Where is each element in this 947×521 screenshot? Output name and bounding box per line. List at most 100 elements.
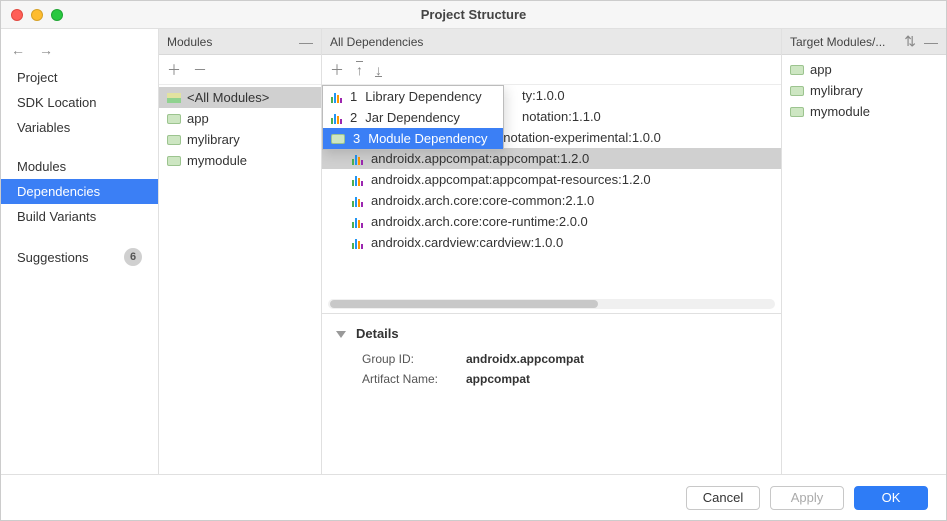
library-icon — [352, 153, 363, 165]
window-title: Project Structure — [421, 7, 526, 22]
popup-item-label: Library Dependency — [365, 89, 481, 104]
scrollbar-thumb[interactable] — [330, 300, 598, 308]
detail-row-group-id: Group ID: androidx.appcompat — [362, 349, 767, 369]
target-module-mylibrary[interactable]: mylibrary — [782, 80, 946, 101]
details-heading: Details — [356, 326, 399, 341]
titlebar: Project Structure — [1, 1, 946, 29]
popup-item-module-dependency[interactable]: 3 Module Dependency — [323, 128, 503, 149]
project-structure-dialog: Project Structure ← → Project SDK Locati… — [0, 0, 947, 521]
button-label: Apply — [791, 490, 824, 505]
popup-item-number: 2 — [350, 110, 357, 125]
minimize-panel-icon[interactable]: — — [299, 34, 313, 50]
button-label: OK — [882, 490, 901, 505]
sidebar-item-build-variants[interactable]: Build Variants — [1, 204, 158, 229]
back-arrow-icon[interactable]: ← — [11, 42, 25, 58]
dependencies-panel: All Dependencies ＋ ↑ ↓ ty:1.0.0 notation… — [322, 29, 781, 474]
library-icon — [331, 91, 342, 103]
dependency-row[interactable]: androidx.arch.core:core-common:2.1.0 — [322, 190, 781, 211]
sidebar-item-variables[interactable]: Variables — [1, 115, 158, 140]
detail-value: appcompat — [466, 372, 530, 386]
folder-icon — [331, 134, 345, 144]
details-section: Details Group ID: androidx.appcompat Art… — [322, 313, 781, 474]
sidebar-item-label: Suggestions — [17, 250, 89, 265]
apply-button[interactable]: Apply — [770, 486, 844, 510]
target-label: app — [810, 62, 832, 77]
dependency-row[interactable]: androidx.appcompat:appcompat:1.2.0 — [322, 148, 781, 169]
folder-icon — [167, 114, 181, 124]
dependency-label: notation:1.1.0 — [522, 109, 601, 124]
module-app[interactable]: app — [159, 108, 321, 129]
library-icon — [331, 112, 342, 124]
panel-title: Modules — [167, 35, 212, 49]
arrow-underline-down-icon[interactable]: ↓ — [375, 62, 382, 78]
close-window-button[interactable] — [11, 9, 23, 21]
ok-button[interactable]: OK — [854, 486, 928, 510]
dependency-row[interactable]: androidx.cardview:cardview:1.0.0 — [322, 232, 781, 253]
module-all[interactable]: <All Modules> — [159, 87, 321, 108]
modules-toolbar: ＋ － — [159, 55, 321, 85]
minimize-window-button[interactable] — [31, 9, 43, 21]
target-label: mymodule — [810, 104, 870, 119]
suggestions-badge: 6 — [124, 248, 142, 266]
add-module-icon[interactable]: ＋ — [167, 60, 181, 80]
arrow-underline-up-icon[interactable]: ↑ — [356, 62, 363, 78]
remove-module-icon[interactable]: － — [193, 60, 207, 80]
button-label: Cancel — [703, 490, 743, 505]
module-mylibrary[interactable]: mylibrary — [159, 129, 321, 150]
folder-icon — [790, 65, 804, 75]
dependency-label: androidx.arch.core:core-runtime:2.0.0 — [371, 214, 588, 229]
target-module-app[interactable]: app — [782, 59, 946, 80]
popup-item-jar-dependency[interactable]: 2 Jar Dependency — [323, 107, 503, 128]
target-module-mymodule[interactable]: mymodule — [782, 101, 946, 122]
zoom-window-button[interactable] — [51, 9, 63, 21]
dependencies-list[interactable]: ty:1.0.0 notation:1.1.0 androidx.annotat… — [322, 85, 781, 295]
sidebar-item-label: Dependencies — [17, 184, 100, 199]
modules-panel-header: Modules — — [159, 29, 321, 55]
target-label: mylibrary — [810, 83, 863, 98]
sidebar-item-sdk-location[interactable]: SDK Location — [1, 90, 158, 115]
popup-item-number: 3 — [353, 131, 360, 146]
popup-item-label: Module Dependency — [368, 131, 487, 146]
horizontal-scrollbar[interactable] — [328, 299, 775, 309]
cancel-button[interactable]: Cancel — [686, 486, 760, 510]
target-modules-panel: Target Modules/... ⇅ — app mylibrary mym… — [781, 29, 946, 474]
sidebar-item-label: Variables — [17, 120, 70, 135]
sidebar-item-label: Build Variants — [17, 209, 96, 224]
detail-row-artifact: Artifact Name: appcompat — [362, 369, 767, 389]
dependency-label: androidx.arch.core:core-common:2.1.0 — [371, 193, 594, 208]
modules-list: <All Modules> app mylibrary mymodule — [159, 85, 321, 171]
settings-icon[interactable]: ⇅ — [904, 33, 916, 50]
popup-item-library-dependency[interactable]: 1 Library Dependency — [323, 86, 503, 107]
dependency-label: androidx.cardview:cardview:1.0.0 — [371, 235, 563, 250]
dependency-row[interactable]: androidx.appcompat:appcompat-resources:1… — [322, 169, 781, 190]
nav-arrows: ← → — [1, 35, 158, 65]
library-icon — [352, 216, 363, 228]
folder-icon — [790, 86, 804, 96]
modules-panel: Modules — ＋ － <All Modules> app mylibrar… — [159, 29, 322, 474]
module-mymodule[interactable]: mymodule — [159, 150, 321, 171]
folder-icon — [167, 135, 181, 145]
dependencies-toolbar: ＋ ↑ ↓ — [322, 55, 781, 85]
library-icon — [352, 237, 363, 249]
sidebar-item-modules[interactable]: Modules — [1, 154, 158, 179]
targets-panel-header: Target Modules/... ⇅ — — [782, 29, 946, 55]
add-dependency-icon[interactable]: ＋ — [330, 60, 344, 80]
sidebar-item-suggestions[interactable]: Suggestions 6 — [1, 243, 158, 271]
dependency-row[interactable]: androidx.arch.core:core-runtime:2.0.0 — [322, 211, 781, 232]
dependencies-panel-header: All Dependencies — [322, 29, 781, 55]
detail-label: Group ID: — [362, 352, 452, 366]
dependency-label: ty:1.0.0 — [522, 88, 565, 103]
detail-value: androidx.appcompat — [466, 352, 584, 366]
panel-title: Target Modules/... — [790, 35, 885, 49]
sidebar-item-label: SDK Location — [17, 95, 97, 110]
add-dependency-popup: 1 Library Dependency 2 Jar Dependency 3 … — [322, 85, 504, 150]
forward-arrow-icon[interactable]: → — [39, 42, 53, 58]
sidebar-item-project[interactable]: Project — [1, 65, 158, 90]
disclosure-triangle-icon[interactable] — [336, 331, 346, 338]
sidebar-item-dependencies[interactable]: Dependencies — [1, 179, 158, 204]
window-controls — [11, 9, 63, 21]
popup-item-label: Jar Dependency — [365, 110, 460, 125]
dialog-footer: Cancel Apply OK — [1, 474, 946, 520]
minimize-panel-icon[interactable]: — — [924, 33, 938, 50]
module-label: mylibrary — [187, 132, 240, 147]
